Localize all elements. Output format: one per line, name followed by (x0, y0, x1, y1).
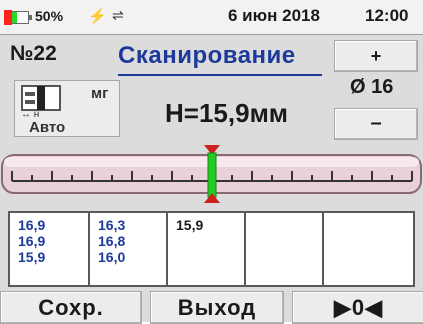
battery-badge (4, 10, 12, 25)
probe-settings-button[interactable]: мг ↔ н Авто (14, 80, 120, 137)
reading-value: 16,0 (98, 249, 126, 265)
lightning-icon: ⚡ (88, 8, 107, 25)
readings-column-5 (324, 213, 413, 285)
record-number: №22 (10, 42, 57, 65)
marker-bar (207, 152, 217, 198)
readings-column-2: 16,3 16,8 16,0 (90, 213, 168, 285)
date-display: 6 июн 2018 (228, 6, 320, 25)
battery-tip (29, 15, 32, 20)
usb-icon: ⇌ (112, 7, 124, 23)
battery-icon (4, 10, 32, 25)
reading-value: 16,3 (98, 217, 126, 233)
device-screen: 50% ⚡ ⇌ 6 июн 2018 12:00 №22 Сканировани… (0, 0, 423, 324)
readings-column-4 (246, 213, 324, 285)
mode-title-underline (118, 74, 322, 76)
plus-button[interactable]: + (334, 40, 418, 72)
save-button[interactable]: Сохр. (0, 291, 142, 324)
probe-unit: мг (91, 85, 109, 102)
probe-icon (21, 85, 61, 111)
reading-value: 16,8 (98, 233, 126, 249)
depth-reading: H=15,9мм (165, 98, 289, 128)
minus-button[interactable]: – (334, 108, 418, 140)
scale-graphic (1, 145, 422, 203)
reading-value: 16,9 (18, 233, 46, 249)
marker-bottom-arrow (204, 193, 220, 203)
time-display: 12:00 (365, 6, 409, 25)
bottom-bar: Сохр. Выход ▶0◀ (0, 291, 423, 324)
readings-column-3: 15,9 (168, 213, 246, 285)
readings-table: 16,9 16,9 15,9 16,3 16,8 16,0 15,9 (8, 211, 415, 287)
diameter-value: Ø 16 (350, 76, 394, 98)
status-bar: 50% ⚡ ⇌ 6 июн 2018 12:00 (0, 0, 423, 35)
mode-title: Сканирование (118, 42, 296, 69)
reading-value: 16,9 (18, 217, 46, 233)
reading-value: 15,9 (176, 217, 204, 233)
scan-scale (0, 143, 423, 205)
zero-button[interactable]: ▶0◀ (292, 291, 423, 324)
reading-value: 15,9 (18, 249, 46, 265)
readings-column-1: 16,9 16,9 15,9 (10, 213, 90, 285)
probe-mode: Авто (29, 119, 66, 136)
battery-percent: 50% (35, 8, 64, 24)
exit-button[interactable]: Выход (150, 291, 284, 324)
